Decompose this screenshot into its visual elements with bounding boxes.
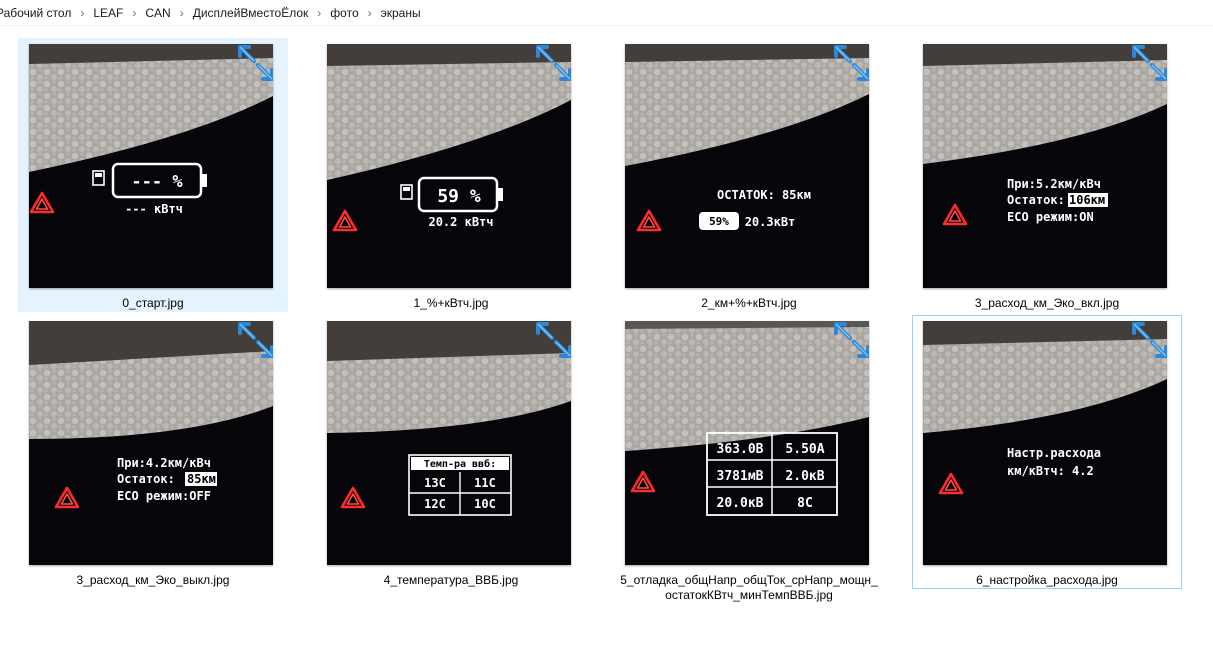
- file-tile[interactable]: 59 % 20.2 кВтч 1_%+кВтч.jpg: [316, 38, 586, 312]
- sync-pending-icon: [1132, 322, 1167, 358]
- breadcrumb-item-photo[interactable]: фото: [330, 6, 358, 20]
- file-tile[interactable]: --- % --- кВтч 0_старт.jpg: [18, 38, 288, 312]
- file-name: 3_расход_км_Эко_выкл.jpg: [76, 573, 230, 587]
- thumbnail-image: ОСТАТОК: 85км 59% 20.3кВт: [625, 44, 869, 288]
- battery-percent: 59%: [709, 215, 729, 228]
- address-bar: Рабочий стол › LEAF › CAN › ДисплейВмест…: [0, 0, 1213, 26]
- file-name: 1_%+кВтч.jpg: [413, 296, 489, 310]
- breadcrumb-item-display[interactable]: ДисплейВместоЁлок: [193, 6, 309, 20]
- thumbnail-image: Темп-ра ввб: 13C 11C 12C 10C: [327, 321, 571, 565]
- range-value: 106км: [1069, 193, 1105, 207]
- consumption-line: При:5.2км/кВч: [1007, 177, 1101, 191]
- setting-value: км/кВтч: 4.2: [1007, 464, 1094, 478]
- file-tile[interactable]: При:4.2км/кВч Остаток: 85км ECO режим:OF…: [18, 315, 288, 589]
- range-label: Остаток:: [1007, 193, 1065, 207]
- file-tile[interactable]: Настр.расхода км/кВтч: 4.2 6_настройка_р…: [912, 315, 1182, 589]
- setting-title: Настр.расхода: [1007, 446, 1101, 460]
- temp-cell: 11C: [474, 476, 496, 490]
- thumbnail-image: При:4.2км/кВч Остаток: 85км ECO режим:OF…: [29, 321, 273, 565]
- file-name: 6_настройка_расхода.jpg: [976, 573, 1118, 587]
- energy-kwh: 20.2 кВтч: [428, 215, 493, 229]
- battery-percent: 59 %: [437, 186, 481, 207]
- file-name-line: 5_отладка_общНапр_общТок_срНапр_мощн_: [620, 573, 878, 587]
- consumption-line: При:4.2км/кВч: [117, 456, 211, 470]
- chevron-right-icon[interactable]: ›: [180, 6, 184, 20]
- chevron-right-icon[interactable]: ›: [80, 6, 84, 20]
- chevron-right-icon[interactable]: ›: [368, 6, 372, 20]
- breadcrumb: Рабочий стол › LEAF › CAN › ДисплейВмест…: [0, 6, 421, 20]
- file-name: 3_расход_км_Эко_вкл.jpg: [974, 296, 1120, 310]
- file-name-line: остатокКВтч_минТемпВВБ.jpg: [665, 588, 833, 602]
- energy-kwh: --- кВтч: [125, 202, 183, 216]
- debug-cell: 20.0кВ: [717, 496, 764, 511]
- file-tile[interactable]: При:5.2км/кВч Остаток: 106км ECO режим:O…: [912, 38, 1182, 312]
- thumbnail-image: Настр.расхода км/кВтч: 4.2: [923, 321, 1167, 565]
- sync-pending-icon: [536, 45, 571, 81]
- debug-cell: 3781мВ: [717, 469, 764, 484]
- file-tile[interactable]: ОСТАТОК: 85км 59% 20.3кВт 2_км+%+кВтч.jp…: [614, 38, 884, 312]
- sync-pending-icon: [536, 322, 571, 358]
- file-name: 2_км+%+кВтч.jpg: [701, 296, 797, 310]
- breadcrumb-item-screens[interactable]: экраны: [381, 6, 421, 20]
- sync-pending-icon: [834, 322, 869, 358]
- sync-pending-icon: [238, 322, 273, 358]
- breadcrumb-item-leaf[interactable]: LEAF: [93, 6, 123, 20]
- breadcrumb-item-can[interactable]: CAN: [145, 6, 170, 20]
- thumbnail-image: 59 % 20.2 кВтч: [327, 44, 571, 288]
- range-value: 85км: [187, 472, 216, 486]
- debug-cell: 5.50А: [785, 442, 824, 457]
- temp-cell: 12C: [424, 497, 446, 511]
- temp-header: Темп-ра ввб:: [424, 458, 496, 470]
- sync-pending-icon: [238, 45, 273, 81]
- sync-pending-icon: [1132, 45, 1167, 81]
- debug-cell: 2.0кВ: [785, 469, 824, 484]
- file-tile[interactable]: 363.0В 5.50А 3781мВ 2.0кВ 20.0кВ 8C 5_от…: [614, 315, 884, 602]
- breadcrumb-item-desktop[interactable]: Рабочий стол: [0, 6, 71, 20]
- chevron-right-icon[interactable]: ›: [132, 6, 136, 20]
- energy-kw: 20.3кВт: [745, 215, 796, 229]
- temp-cell: 13C: [424, 476, 446, 490]
- thumbnail-image: --- % --- кВтч: [29, 44, 273, 288]
- eco-mode-line: ECO режим:ON: [1007, 210, 1094, 224]
- range-line: ОСТАТОК: 85км: [717, 188, 811, 202]
- thumbnail-image: 363.0В 5.50А 3781мВ 2.0кВ 20.0кВ 8C: [625, 321, 869, 565]
- eco-mode-line: ECO режим:OFF: [117, 489, 211, 503]
- file-name: 4_температура_ВВБ.jpg: [383, 573, 519, 587]
- file-name: 5_отладка_общНапр_общТок_срНапр_мощн_ ос…: [615, 573, 883, 603]
- debug-cell: 8C: [797, 496, 813, 511]
- file-name: 0_старт.jpg: [122, 296, 184, 310]
- debug-cell: 363.0В: [717, 442, 764, 457]
- temp-cell: 10C: [474, 497, 496, 511]
- sync-pending-icon: [834, 45, 869, 81]
- thumbnail-image: При:5.2км/кВч Остаток: 106км ECO режим:O…: [923, 44, 1167, 288]
- battery-percent: --- %: [131, 172, 183, 192]
- range-label: Остаток:: [117, 472, 175, 486]
- file-tile[interactable]: Темп-ра ввб: 13C 11C 12C 10C 4_температу…: [316, 315, 586, 589]
- chevron-right-icon[interactable]: ›: [317, 6, 321, 20]
